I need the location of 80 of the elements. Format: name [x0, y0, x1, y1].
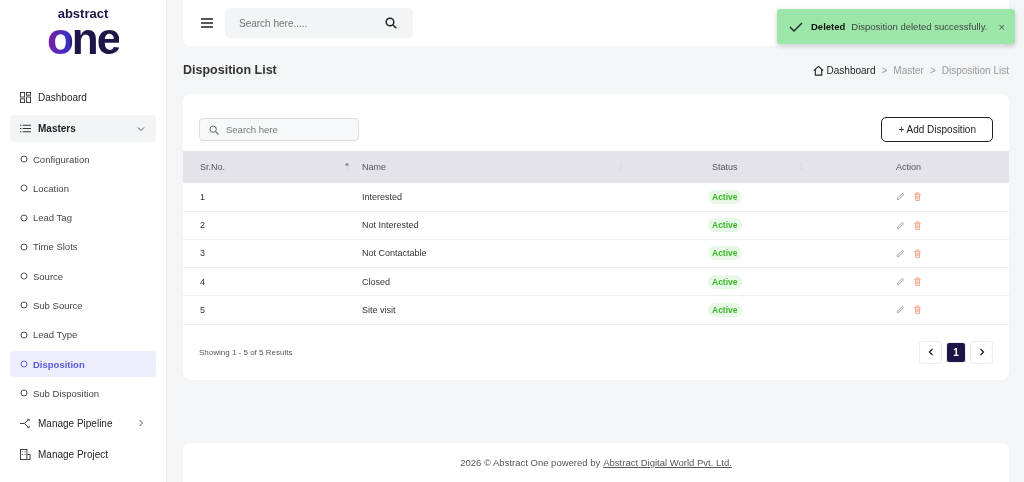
nav-subitem[interactable]: Lead Tag: [10, 204, 156, 231]
status-badge: Active: [708, 274, 742, 289]
nav-subitem[interactable]: Source: [10, 263, 156, 290]
toast-message: Disposition deleted successfully.: [851, 21, 989, 32]
add-disposition-button[interactable]: + Add Disposition: [881, 117, 993, 143]
search-field[interactable]: Search here: [199, 118, 359, 142]
circle-icon: [20, 272, 28, 281]
circle-icon: [20, 330, 28, 339]
nav-subitem[interactable]: Disposition: [10, 351, 156, 378]
trash-icon[interactable]: [912, 248, 922, 258]
company-link[interactable]: Abstract Digital World Pvt. Ltd.: [603, 457, 732, 468]
list-icon: [20, 123, 31, 134]
next-page-button[interactable]: [970, 340, 993, 364]
pencil-icon[interactable]: [895, 192, 905, 202]
circle-icon: [20, 155, 28, 163]
trash-icon[interactable]: [912, 305, 922, 315]
building-icon: [20, 448, 31, 460]
circle-icon: [20, 360, 28, 369]
status-badge: Active: [708, 246, 742, 261]
pencil-icon[interactable]: [895, 305, 905, 315]
breadcrumb-separator: >: [929, 64, 936, 76]
table-cell-text: Not Interested: [362, 220, 420, 231]
previous-page-button[interactable]: [919, 340, 942, 364]
circle-icon: [20, 301, 28, 310]
table-cell-text: Not Contactable: [362, 248, 428, 259]
nav-subitem[interactable]: Sub Disposition: [10, 380, 156, 407]
footer-text: 2026 © Abstract One powered by: [460, 457, 601, 468]
check-icon: [789, 21, 803, 32]
nav-subitem[interactable]: Sub Source: [10, 292, 156, 319]
column-header: Action: [896, 161, 921, 172]
table-cell-text: 1: [199, 191, 206, 202]
nav-subitem[interactable]: Time Slots: [10, 233, 156, 260]
pencil-icon[interactable]: [895, 277, 905, 287]
breadcrumb-item[interactable]: Dashboard: [826, 64, 876, 76]
column-header[interactable]: Status: [712, 161, 738, 172]
sort-icon[interactable]: [344, 162, 350, 172]
branch-icon: [20, 417, 31, 429]
column-header[interactable]: Name: [362, 161, 386, 172]
trash-icon[interactable]: [912, 220, 922, 230]
table-cell-text: 5: [199, 304, 206, 315]
table-cell-text: Closed: [362, 276, 391, 287]
nav-subitem[interactable]: Configuration: [10, 146, 156, 172]
close-button[interactable]: ×: [998, 20, 1005, 33]
circle-icon: [20, 184, 28, 193]
results-summary: Showing 1 - 5 of 5 Results: [199, 347, 293, 357]
trash-icon[interactable]: [912, 192, 922, 202]
table-cell-text: 3: [199, 248, 206, 259]
logo-text: abstract: [57, 7, 109, 20]
nav-item[interactable]: Masters: [10, 115, 156, 142]
nav-item[interactable]: Manage Pipeline: [10, 409, 156, 437]
column-header[interactable]: Sr.No.: [200, 161, 225, 172]
status-badge: Active: [708, 302, 742, 317]
circle-icon: [20, 242, 28, 251]
pencil-icon[interactable]: [895, 220, 905, 230]
grid-icon: [20, 92, 31, 103]
status-badge: Active: [708, 218, 742, 233]
page-title: Disposition List: [183, 63, 277, 77]
search-field[interactable]: Search here.....: [225, 8, 413, 38]
circle-icon: [20, 213, 28, 222]
page-button[interactable]: 1: [946, 341, 966, 363]
nav-subitem[interactable]: Lead Type: [10, 321, 156, 348]
breadcrumb-item: Disposition List: [941, 64, 1009, 76]
trash-icon[interactable]: [912, 277, 922, 287]
table-cell-text: Site visit: [362, 304, 397, 315]
nav-item[interactable]: Dashboard: [10, 84, 156, 111]
menu-icon[interactable]: [201, 18, 213, 28]
search-icon: [209, 124, 219, 135]
pencil-icon[interactable]: [895, 248, 905, 258]
toast-title: Deleted: [811, 21, 846, 32]
nav-item[interactable]: Manage Project: [10, 440, 156, 468]
table-cell-text: 2: [199, 220, 206, 231]
breadcrumb-separator: >: [881, 64, 888, 76]
chevron-icon: [136, 418, 146, 429]
home-icon: [812, 64, 824, 76]
table-cell-text: Interested: [362, 191, 404, 202]
status-badge: Active: [708, 189, 742, 204]
circle-icon: [20, 389, 28, 398]
nav-subitem[interactable]: Location: [10, 175, 156, 202]
search-icon: [385, 17, 397, 29]
table-cell-text: 4: [199, 276, 206, 287]
